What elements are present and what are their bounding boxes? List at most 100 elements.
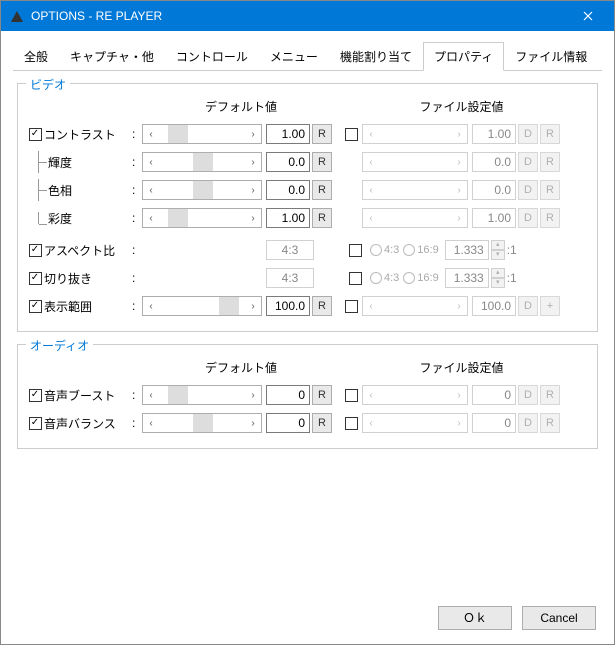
hue-default-slider[interactable]: ‹ › [142, 180, 262, 200]
chevron-left-icon[interactable]: ‹ [143, 157, 159, 168]
chevron-left-icon[interactable]: ‹ [143, 390, 159, 401]
boost-default-value[interactable]: 0 [266, 385, 310, 405]
brightness-file-reset[interactable]: R [540, 152, 560, 172]
boost-file-d[interactable]: D [518, 385, 538, 405]
balance-file-checkbox[interactable] [345, 417, 358, 430]
footer: Ｏｋ Cancel [438, 606, 596, 630]
crop-default-value[interactable]: 4:3 [266, 268, 314, 288]
aspect-radio-169[interactable] [403, 244, 415, 256]
chevron-left-icon[interactable]: ‹ [143, 418, 159, 429]
range-default-slider[interactable]: ‹ › [142, 296, 262, 316]
aspect-default-value[interactable]: 4:3 [266, 240, 314, 260]
chevron-right-icon[interactable]: › [245, 157, 261, 168]
contrast-default-value[interactable]: 1.00 [266, 124, 310, 144]
range-file-slider[interactable]: ‹› [362, 296, 468, 316]
tab-control[interactable]: コントロール [165, 42, 259, 71]
brightness-file-slider[interactable]: ‹› [362, 152, 468, 172]
cancel-button[interactable]: Cancel [522, 606, 596, 630]
chevron-left-icon[interactable]: ‹ [143, 301, 159, 312]
range-file-checkbox[interactable] [345, 300, 358, 313]
aspect-stepper[interactable]: ▴▾ [491, 240, 505, 260]
tab-capture[interactable]: キャプチャ・他 [59, 42, 165, 71]
saturation-default-slider[interactable]: ‹ › [142, 208, 262, 228]
saturation-default-value[interactable]: 1.00 [266, 208, 310, 228]
chevron-right-icon[interactable]: › [245, 185, 261, 196]
close-button[interactable] [568, 1, 614, 31]
hue-default-reset[interactable]: R [312, 180, 332, 200]
hue-file-slider[interactable]: ‹› [362, 180, 468, 200]
contrast-default-slider[interactable]: ‹ › [142, 124, 262, 144]
crop-checkbox[interactable]: ✓ [29, 272, 42, 285]
brightness-file-d[interactable]: D [518, 152, 538, 172]
saturation-file-reset[interactable]: R [540, 208, 560, 228]
chevron-left-icon[interactable]: ‹ [143, 185, 159, 196]
chevron-right-icon[interactable]: › [245, 418, 261, 429]
saturation-file-slider[interactable]: ‹› [362, 208, 468, 228]
range-file-d[interactable]: D [518, 296, 538, 316]
chevron-right-icon[interactable]: › [245, 390, 261, 401]
chevron-right-icon[interactable]: › [245, 301, 261, 312]
contrast-default-reset[interactable]: R [312, 124, 332, 144]
hue-file-reset[interactable]: R [540, 180, 560, 200]
contrast-label: コントラスト [42, 126, 132, 143]
range-checkbox[interactable]: ✓ [29, 300, 42, 313]
range-file-plus[interactable]: + [540, 296, 560, 316]
header-file: ファイル設定値 [336, 98, 587, 115]
boost-default-slider[interactable]: ‹ › [142, 385, 262, 405]
chevron-left-icon[interactable]: ‹ [143, 129, 159, 140]
tab-menu[interactable]: メニュー [259, 42, 329, 71]
chevron-right-icon[interactable]: › [245, 129, 261, 140]
tab-fileinfo[interactable]: ファイル情報 [504, 42, 598, 71]
saturation-default-reset[interactable]: R [312, 208, 332, 228]
titlebar: OPTIONS - RE PLAYER [1, 1, 614, 31]
range-label: 表示範囲 [42, 298, 132, 315]
balance-default-slider[interactable]: ‹ › [142, 413, 262, 433]
saturation-file-d[interactable]: D [518, 208, 538, 228]
aspect-file-checkbox[interactable] [349, 244, 362, 257]
tab-property[interactable]: プロパティ [423, 42, 504, 71]
chevron-down-icon: ▾ [491, 250, 505, 260]
chevron-left-icon[interactable]: ‹ [143, 213, 159, 224]
boost-checkbox[interactable]: ✓ [29, 389, 42, 402]
contrast-file-d[interactable]: D [518, 124, 538, 144]
row-range: ✓ 表示範囲 : ‹ › 100.0 R ‹› 100.0 D + [28, 293, 587, 319]
range-default-reset[interactable]: R [312, 296, 332, 316]
balance-file-d[interactable]: D [518, 413, 538, 433]
crop-stepper[interactable]: ▴▾ [491, 268, 505, 288]
audio-group-label: オーディオ [26, 337, 93, 354]
balance-checkbox[interactable]: ✓ [29, 417, 42, 430]
balance-default-reset[interactable]: R [312, 413, 332, 433]
chevron-right-icon: › [451, 301, 467, 312]
brightness-default-reset[interactable]: R [312, 152, 332, 172]
boost-file-checkbox[interactable] [345, 389, 358, 402]
chevron-left-icon: ‹ [363, 157, 379, 168]
chevron-right-icon[interactable]: › [245, 213, 261, 224]
tab-general[interactable]: 全般 [13, 42, 59, 71]
contrast-file-reset[interactable]: R [540, 124, 560, 144]
aspect-checkbox[interactable]: ✓ [29, 244, 42, 257]
contrast-file-slider[interactable]: ‹› [362, 124, 468, 144]
hue-file-d[interactable]: D [518, 180, 538, 200]
crop-suffix: :1 [507, 271, 517, 285]
balance-file-slider[interactable]: ‹› [362, 413, 468, 433]
boost-file-slider[interactable]: ‹› [362, 385, 468, 405]
crop-label: 切り抜き [42, 270, 132, 287]
crop-file-checkbox[interactable] [349, 272, 362, 285]
brightness-default-value[interactable]: 0.0 [266, 152, 310, 172]
boost-file-reset[interactable]: R [540, 385, 560, 405]
range-default-value[interactable]: 100.0 [266, 296, 310, 316]
hue-default-value[interactable]: 0.0 [266, 180, 310, 200]
aspect-radio-43[interactable] [370, 244, 382, 256]
contrast-checkbox[interactable]: ✓ [29, 128, 42, 141]
brightness-default-slider[interactable]: ‹ › [142, 152, 262, 172]
balance-default-value[interactable]: 0 [266, 413, 310, 433]
ok-button[interactable]: Ｏｋ [438, 606, 512, 630]
boost-default-reset[interactable]: R [312, 385, 332, 405]
balance-file-reset[interactable]: R [540, 413, 560, 433]
tab-assign[interactable]: 機能割り当て [329, 42, 423, 71]
aspect-label: アスペクト比 [42, 242, 132, 259]
boost-label: 音声ブースト [42, 387, 132, 404]
crop-radio-43[interactable] [370, 272, 382, 284]
crop-radio-169[interactable] [403, 272, 415, 284]
contrast-file-checkbox[interactable] [345, 128, 358, 141]
